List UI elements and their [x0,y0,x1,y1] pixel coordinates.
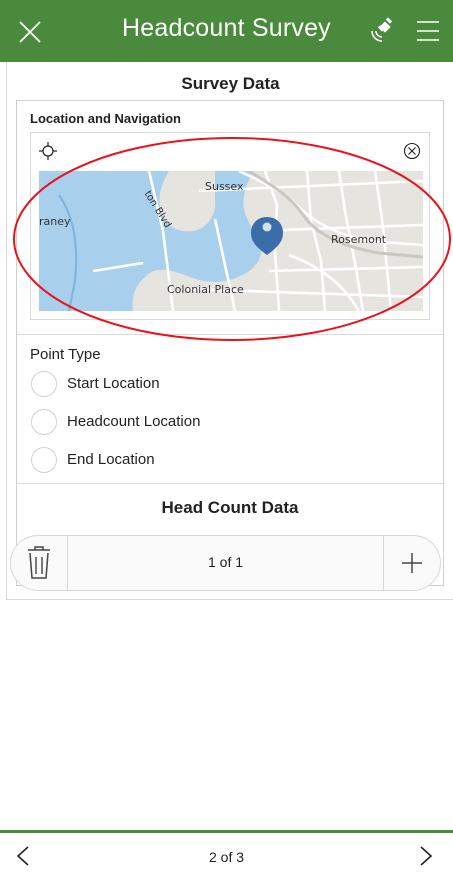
radio-start-location[interactable]: Start Location [31,369,331,399]
app-header: Headcount Survey [0,0,453,62]
map-label-rosemont: Rosemont [331,233,387,246]
radio-label: Start Location [67,375,160,392]
gps-satellite-icon[interactable] [368,17,396,45]
add-record-button[interactable] [383,536,440,590]
trash-icon [28,546,50,579]
delete-record-button[interactable] [11,536,68,590]
chevron-right-icon[interactable] [417,845,435,867]
plus-icon [402,553,422,573]
radio-end-location[interactable]: End Location [31,445,331,475]
survey-data-title: Survey Data [181,74,280,93]
location-navigation-label: Location and Navigation [30,111,181,126]
radio-button[interactable] [31,371,57,397]
divider [17,483,443,484]
head-count-data-title: Head Count Data [161,498,299,517]
radio-label: Headcount Location [67,413,201,430]
crosshair-icon[interactable] [39,142,57,160]
close-icon[interactable] [16,18,44,46]
radio-label: End Location [67,451,155,468]
map-label-raney: raney [39,215,71,228]
map-label-sussex: Sussex [205,180,244,193]
map-view[interactable]: Sussex Rosemont Colonial Place raney ton… [39,171,423,311]
radio-button[interactable] [31,409,57,435]
app-title: Headcount Survey [122,14,331,42]
page-navigation: 2 of 3 [0,833,453,879]
survey-data-card: Location and Navigation Sussex Rosemont … [16,100,444,586]
menu-icon[interactable] [417,20,439,42]
location-map-widget: Sussex Rosemont Colonial Place raney ton… [30,132,430,320]
radio-button[interactable] [31,447,57,473]
divider [17,334,443,335]
point-type-label: Point Type [30,346,101,363]
record-pager: 1 of 1 [10,535,441,591]
survey-form: Survey Data Location and Navigation Suss… [6,62,453,600]
clear-location-icon[interactable] [403,142,421,160]
radio-headcount-location[interactable]: Headcount Location [31,407,331,437]
map-label-colonial-place: Colonial Place [167,283,244,296]
page-indicator: 2 of 3 [208,849,245,865]
record-count: 1 of 1 [207,554,244,570]
